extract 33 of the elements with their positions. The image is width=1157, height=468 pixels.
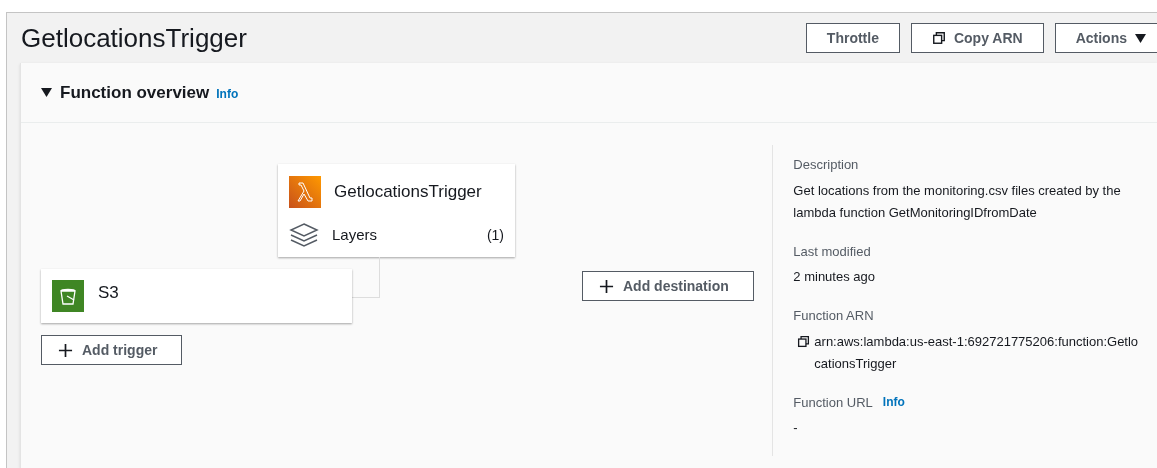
detail-value: - <box>793 419 799 437</box>
bucket-icon <box>52 280 84 312</box>
section-title: Function overview <box>60 81 210 104</box>
info-link[interactable]: Info <box>216 85 239 103</box>
function-node[interactable]: GetlocationsTrigger Layers (1) <box>278 164 515 257</box>
plus-icon <box>58 342 73 358</box>
function-name: GetlocationsTrigger <box>334 181 482 204</box>
detail-label: Function ARN <box>793 307 874 325</box>
add-trigger-button[interactable]: Add trigger <box>41 335 182 365</box>
info-link[interactable]: Info <box>882 393 905 412</box>
caret-down-icon <box>1135 33 1146 43</box>
add-destination-button[interactable]: Add destination <box>582 271 754 301</box>
layers-icon <box>289 222 319 248</box>
header-button[interactable]: Copy ARN <box>910 23 1044 53</box>
detail-value: 2 minutes ago <box>793 268 876 286</box>
detail-label: Last modified <box>793 242 871 261</box>
plus-icon <box>599 278 614 294</box>
detail-label: Description <box>793 156 859 174</box>
layers-label: Layers <box>332 224 378 245</box>
detail-label: Function URL <box>793 393 873 412</box>
detail-value: Get locations from the monitoring.csv files created by the lambda function GetMonitoringIDfromDate <box>793 181 1122 222</box>
trigger-name: S3 <box>98 282 119 304</box>
header-button[interactable]: Throttle <box>805 23 900 53</box>
page-title: GetlocationsTrigger <box>21 21 247 55</box>
caret-icon <box>41 88 52 97</box>
detail-value: arn:aws:lambda:us-east-1:692721775206:function:GetlocationsTrigger <box>814 332 1140 373</box>
trigger-node[interactable]: S3 <box>41 269 352 323</box>
layers-count: (1) <box>486 225 504 245</box>
copy-icon <box>931 31 946 45</box>
copy-icon <box>797 334 811 348</box>
lambda-icon <box>289 176 321 208</box>
actions-dropdown[interactable]: Actions <box>1054 23 1157 53</box>
collapse-toggle[interactable]: Function overview <box>41 79 210 106</box>
